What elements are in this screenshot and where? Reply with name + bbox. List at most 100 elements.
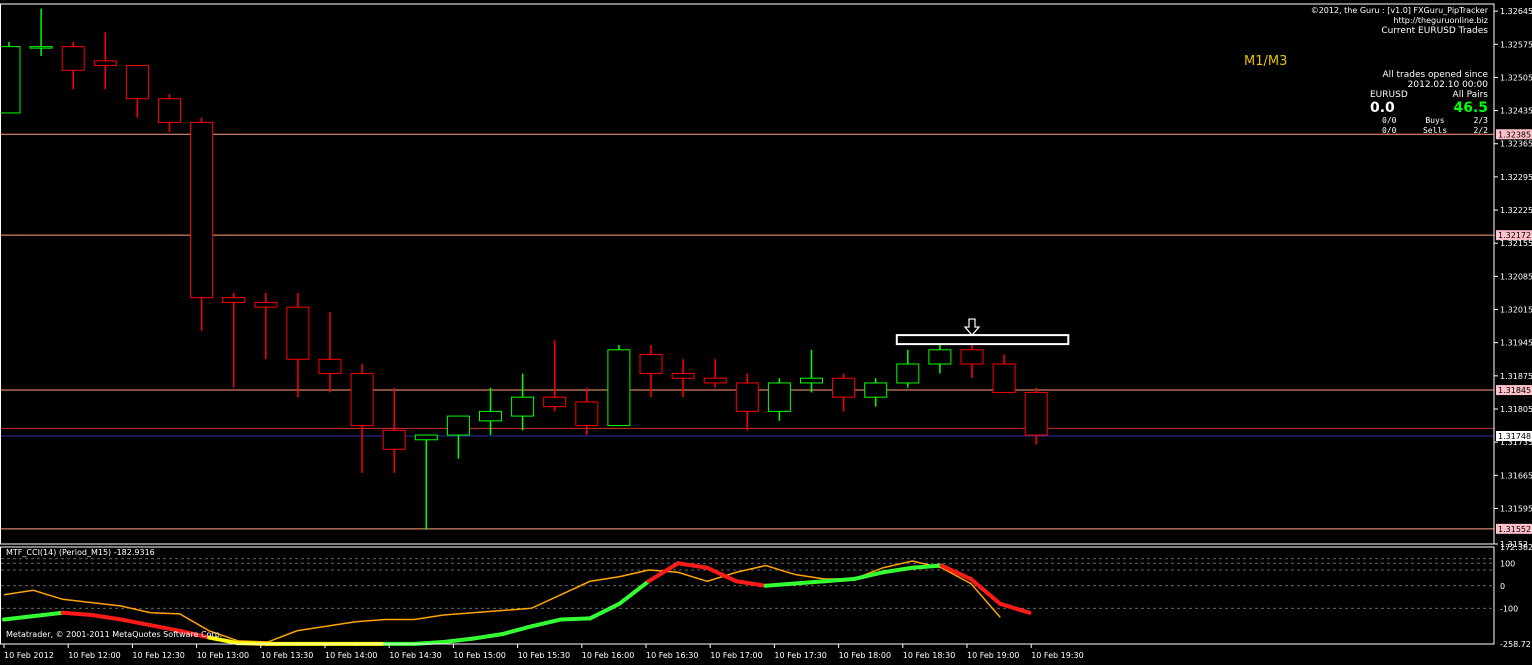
- x-tick-label: 10 Feb 16:00: [582, 651, 634, 660]
- stats-panel: All trades opened since 2012.02.10 00:00…: [1348, 70, 1488, 136]
- y-tick-label: 1.32225: [1500, 206, 1532, 215]
- y-tick-label: 1.32365: [1500, 140, 1532, 149]
- x-tick-label: 10 Feb 13:00: [197, 651, 249, 660]
- candle-body: [704, 378, 726, 383]
- candle-body: [608, 350, 630, 426]
- cci-line-segment: [824, 579, 853, 581]
- cci-y-tick-label: 172.382: [1500, 543, 1532, 552]
- cci-y-tick-label: 0: [1500, 582, 1505, 591]
- cci-line-segment: [473, 634, 502, 639]
- chart-stage[interactable]: 1.323851.321721.318451.317481.315521.326…: [0, 0, 1532, 661]
- candle-body: [94, 61, 116, 66]
- sells-left: 0/0: [1382, 126, 1396, 136]
- main-frame: [1, 4, 1495, 544]
- candle-body: [480, 411, 502, 420]
- chart-svg: 1.323851.321721.318451.317481.315521.326…: [0, 0, 1532, 661]
- candle-body: [897, 364, 919, 383]
- col1-value: 0.0: [1370, 100, 1395, 116]
- candle-body: [30, 47, 52, 49]
- x-tick-label: 10 Feb 17:00: [710, 651, 762, 660]
- x-tick-label: 10 Feb 2012: [4, 651, 54, 660]
- url-text: http://theguruonline.biz: [1248, 16, 1488, 26]
- cci-y-tick-label: -258.72: [1500, 640, 1531, 649]
- header-info: ©2012, the Guru : [v1.0] FXGuru_PipTrack…: [1248, 6, 1488, 36]
- cci-line-segment: [121, 620, 150, 626]
- cci-line-segment: [561, 618, 590, 619]
- y-tick-label: 1.32575: [1500, 40, 1532, 49]
- signal-box: [897, 335, 1069, 344]
- footer-copyright: Metatrader, © 2001-2011 MetaQuotes Softw…: [6, 630, 222, 639]
- cci-line-segment: [795, 581, 824, 583]
- candle-body: [62, 47, 84, 71]
- y-tick-label: 1.32295: [1500, 173, 1532, 182]
- buys-label: Buys: [1425, 116, 1444, 126]
- y-tick-label: 1.32505: [1500, 73, 1532, 82]
- y-tick-label: 1.32435: [1500, 107, 1532, 116]
- cci-y-tick-label: -100: [1500, 604, 1518, 613]
- buys-right: 2/3: [1474, 116, 1488, 126]
- candle-body: [447, 416, 469, 435]
- x-tick-label: 10 Feb 16:30: [646, 651, 698, 660]
- buys-left: 0/0: [1382, 116, 1396, 126]
- candle-body: [319, 359, 341, 373]
- candle-body: [223, 298, 245, 303]
- x-tick-label: 10 Feb 19:30: [1031, 651, 1083, 660]
- level-label: 1.32385: [1498, 130, 1531, 139]
- cci-line-segment: [912, 566, 941, 568]
- sells-right: 2/2: [1474, 126, 1488, 136]
- col2-value: 46.5: [1453, 100, 1488, 116]
- cci-line-segment: [4, 616, 33, 619]
- candle-body: [191, 122, 213, 297]
- candle-body: [929, 350, 951, 364]
- cci-subwindow-layer: [1, 559, 1494, 644]
- cci-frame: [1, 547, 1495, 644]
- level-label: 1.31845: [1498, 386, 1531, 395]
- cci-line-segment: [619, 581, 648, 604]
- cci-title: MTF_CCI(14) (Period_M15) -182.9316: [6, 548, 155, 557]
- candle-body: [0, 47, 20, 113]
- y-tick-label: 1.31595: [1500, 504, 1532, 513]
- x-tick-label: 10 Feb 12:30: [132, 651, 184, 660]
- cci-line-segment: [92, 615, 121, 620]
- x-tick-label: 10 Feb 15:30: [518, 651, 570, 660]
- candle-body: [801, 378, 823, 383]
- copyright-text: ©2012, the Guru : [v1.0] FXGuru_PipTrack…: [1248, 6, 1488, 16]
- candle-body: [544, 397, 566, 406]
- y-tick-label: 1.31945: [1500, 339, 1532, 348]
- candle-body: [383, 430, 405, 449]
- candle-body: [159, 99, 181, 123]
- trades-title: Current EURUSD Trades: [1248, 26, 1488, 36]
- col2-label: All Pairs: [1453, 90, 1488, 100]
- cci-line-segment: [590, 604, 619, 619]
- x-tick-label: 10 Feb 18:30: [903, 651, 955, 660]
- col1-label: EURUSD: [1370, 90, 1408, 100]
- x-tick-label: 10 Feb 12:00: [68, 651, 120, 660]
- candle-body: [833, 378, 855, 397]
- x-tick-label: 10 Feb 18:00: [839, 651, 891, 660]
- y-tick-label: 1.31735: [1500, 438, 1532, 447]
- y-tick-label: 1.32155: [1500, 239, 1532, 248]
- timeframe-label: M1/M3: [1244, 54, 1287, 69]
- x-tick-label: 10 Feb 14:30: [389, 651, 441, 660]
- main-chart-layer: [0, 9, 1494, 530]
- cci-line-segment: [942, 566, 971, 580]
- x-tick-label: 10 Feb 17:30: [774, 651, 826, 660]
- cci-line-segment: [63, 613, 92, 615]
- candle-body: [512, 397, 534, 416]
- candle-body: [255, 302, 277, 307]
- y-tick-label: 1.32645: [1500, 7, 1532, 16]
- candle-body: [1025, 392, 1047, 435]
- opened-since-label: All trades opened since: [1348, 70, 1488, 80]
- candle-body: [351, 373, 373, 425]
- cci-line-segment: [766, 584, 795, 586]
- cci-line-segment: [444, 639, 473, 642]
- candle-body: [768, 383, 790, 411]
- y-tick-label: 1.31875: [1500, 372, 1532, 381]
- axis-layer: 1.323851.321721.318451.317481.315521.326…: [1, 4, 1532, 660]
- sells-label: Sells: [1423, 126, 1447, 136]
- cci-line-segment: [33, 613, 62, 616]
- cci-line-segment: [502, 626, 531, 634]
- candle-body: [736, 383, 758, 411]
- x-tick-label: 10 Feb 15:00: [453, 651, 505, 660]
- candle-body: [576, 402, 598, 426]
